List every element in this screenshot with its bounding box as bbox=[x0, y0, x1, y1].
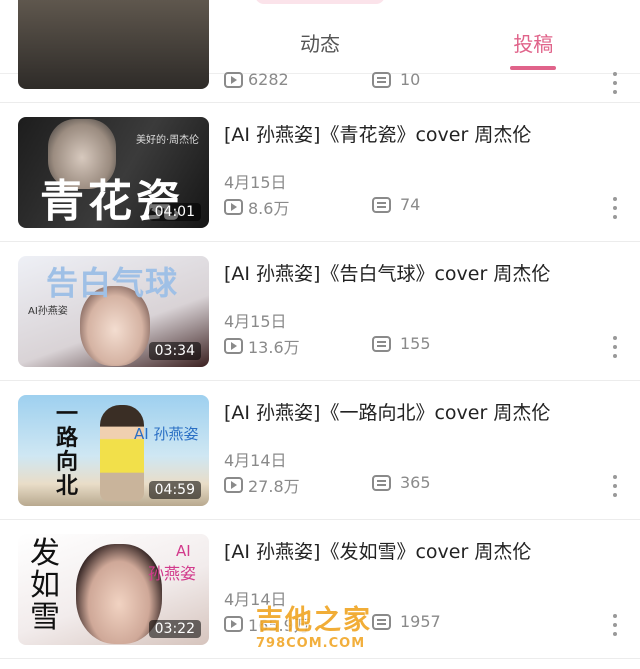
comment-count: 155 bbox=[372, 334, 431, 353]
list-item[interactable]: 6282 10 bbox=[0, 0, 640, 103]
comment-count-icon bbox=[372, 474, 391, 491]
uploads-page: 主页 动态 投稿 6282 10 bbox=[0, 0, 640, 669]
list-item[interactable]: 发如雪 AI 孙燕姿 03:22 [AI 孙燕姿]《发如雪》cover 周杰伦 … bbox=[0, 520, 640, 659]
play-count-icon bbox=[224, 616, 243, 632]
thumbnail-title: 一路向北 bbox=[56, 402, 79, 499]
play-count-value: 165.9万 bbox=[248, 616, 310, 635]
comment-count: 1957 bbox=[372, 612, 441, 631]
comment-count-value: 74 bbox=[400, 195, 421, 214]
comment-count-icon bbox=[372, 613, 391, 630]
video-title[interactable]: [AI 孙燕姿]《一路向北》cover 周杰伦 bbox=[224, 399, 614, 427]
thumbnail-caption: 美好的·周杰伦 bbox=[136, 135, 200, 146]
list-item[interactable]: 美好的·周杰伦 青花瓷 04:01 [AI 孙燕姿]《青花瓷》cover 周杰伦… bbox=[0, 103, 640, 242]
comment-count: 10 bbox=[372, 70, 420, 89]
comment-count-value: 155 bbox=[400, 334, 431, 353]
comment-count-icon bbox=[372, 335, 391, 352]
thumbnail-caption: AI 孙燕姿 bbox=[134, 425, 199, 443]
tab-uploads[interactable]: 投稿 bbox=[427, 16, 640, 73]
play-count: 13.6万 bbox=[224, 334, 300, 358]
list-item[interactable]: 告白气球 AI孙燕姿 03:34 [AI 孙燕姿]《告白气球》cover 周杰伦… bbox=[0, 242, 640, 381]
thumbnail-ai-label: AI bbox=[176, 542, 191, 560]
video-list: 6282 10 美好的·周杰伦 青花瓷 04:01 [AI 孙燕姿]《青花瓷》c… bbox=[0, 0, 640, 659]
play-count: 6282 bbox=[224, 70, 289, 89]
duration-badge: 04:59 bbox=[148, 481, 201, 499]
video-title[interactable]: [AI 孙燕姿]《告白气球》cover 周杰伦 bbox=[224, 260, 614, 288]
thumbnail-caption: 孙燕姿 bbox=[148, 564, 197, 583]
list-item[interactable]: 一路向北 AI 孙燕姿 04:59 [AI 孙燕姿]《一路向北》cover 周杰… bbox=[0, 381, 640, 520]
tab-uploads-label: 投稿 bbox=[513, 32, 554, 56]
more-options-icon[interactable] bbox=[612, 614, 618, 636]
video-thumbnail[interactable]: 一路向北 AI 孙燕姿 04:59 bbox=[18, 395, 209, 506]
play-count-value: 27.8万 bbox=[248, 477, 300, 496]
top-pill bbox=[255, 0, 385, 4]
comment-count: 74 bbox=[372, 195, 420, 214]
video-thumbnail[interactable]: 告白气球 AI孙燕姿 03:34 bbox=[18, 256, 209, 367]
active-tab-indicator bbox=[510, 66, 557, 70]
tab-dynamics[interactable]: 动态 bbox=[213, 16, 426, 73]
more-options-icon[interactable] bbox=[612, 475, 618, 497]
more-options-icon[interactable] bbox=[612, 197, 618, 219]
play-count-value: 6282 bbox=[248, 70, 289, 89]
video-title[interactable]: [AI 孙燕姿]《青花瓷》cover 周杰伦 bbox=[224, 121, 614, 149]
tab-dynamics-label: 动态 bbox=[299, 32, 340, 56]
upload-date: 4月15日 bbox=[224, 312, 287, 331]
more-options-icon[interactable] bbox=[612, 72, 618, 94]
comment-count-value: 1957 bbox=[400, 612, 441, 631]
upload-date: 4月15日 bbox=[224, 173, 287, 192]
comment-count-icon bbox=[372, 71, 391, 88]
comment-count-value: 365 bbox=[400, 473, 431, 492]
thumbnail-title: 告白气球 bbox=[46, 264, 179, 302]
thumbnail-caption: AI孙燕姿 bbox=[28, 306, 68, 317]
video-thumbnail[interactable] bbox=[18, 0, 209, 89]
play-count-icon bbox=[224, 477, 243, 493]
play-count-value: 8.6万 bbox=[248, 199, 290, 218]
play-count: 8.6万 bbox=[224, 195, 289, 219]
comment-count-icon bbox=[372, 196, 391, 213]
play-count-icon bbox=[224, 71, 243, 88]
duration-badge: 03:34 bbox=[148, 342, 201, 360]
upload-date: 4月14日 bbox=[224, 451, 287, 470]
play-count-icon bbox=[224, 199, 243, 215]
thumbnail-title: 发如雪 bbox=[30, 536, 60, 635]
duration-badge: 03:22 bbox=[148, 620, 201, 638]
duration-badge: 04:01 bbox=[148, 203, 201, 221]
play-count: 165.9万 bbox=[224, 612, 310, 636]
comment-count-value: 10 bbox=[400, 70, 421, 89]
play-count-value: 13.6万 bbox=[248, 338, 300, 357]
play-count: 27.8万 bbox=[224, 473, 300, 497]
comment-count: 365 bbox=[372, 473, 431, 492]
thumbnail-image bbox=[18, 0, 209, 89]
video-thumbnail[interactable]: 美好的·周杰伦 青花瓷 04:01 bbox=[18, 117, 209, 228]
upload-date: 4月14日 bbox=[224, 590, 287, 609]
more-options-icon[interactable] bbox=[612, 336, 618, 358]
video-title[interactable]: [AI 孙燕姿]《发如雪》cover 周杰伦 bbox=[224, 538, 614, 566]
play-count-icon bbox=[224, 338, 243, 354]
video-thumbnail[interactable]: 发如雪 AI 孙燕姿 03:22 bbox=[18, 534, 209, 645]
